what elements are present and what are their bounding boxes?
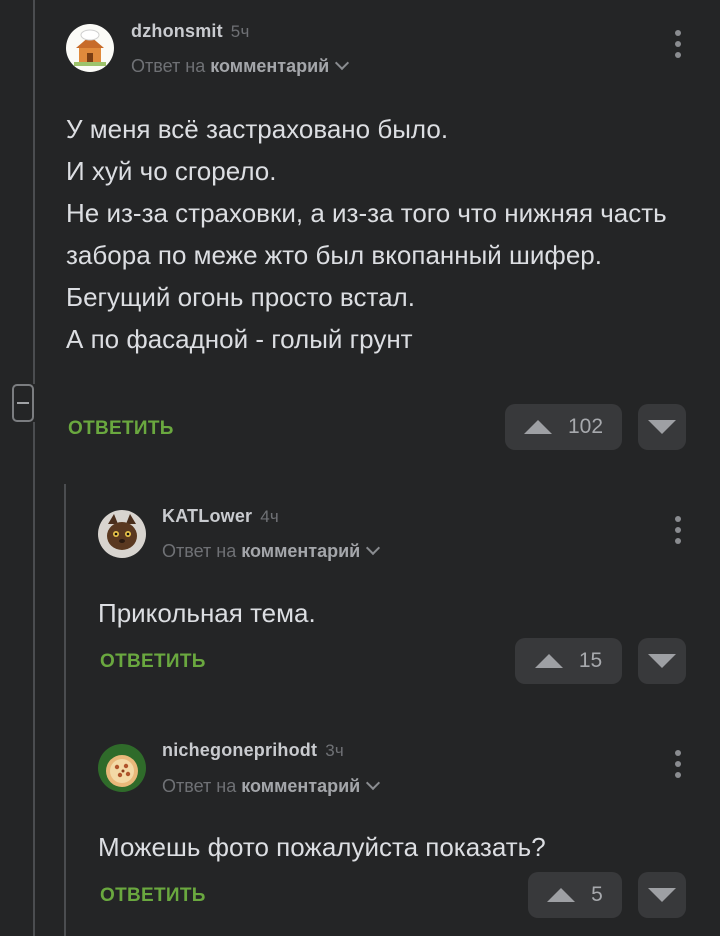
username[interactable]: KATLower: [162, 506, 252, 526]
reply-button[interactable]: ОТВЕТИТЬ: [100, 885, 206, 907]
reply-to-prefix: Ответ на: [162, 541, 237, 561]
reply-button[interactable]: ОТВЕТИТЬ: [100, 651, 206, 673]
collapse-thread-button[interactable]: [12, 384, 34, 422]
reply-button[interactable]: ОТВЕТИТЬ: [68, 418, 174, 440]
minus-icon: [17, 402, 29, 404]
reply-to-target[interactable]: комментарий: [210, 56, 329, 76]
chevron-down-icon[interactable]: [366, 775, 381, 791]
upvote-button[interactable]: 102: [505, 404, 622, 450]
timestamp: 5ч: [230, 22, 250, 41]
reply-to-target[interactable]: комментарий: [241, 776, 360, 796]
reply-to-link[interactable]: Ответ на комментарий: [162, 540, 381, 562]
arrow-down-icon: [648, 888, 676, 902]
vote-count: 5: [591, 883, 603, 906]
thread-line-root: [33, 0, 35, 384]
username[interactable]: nichegoneprihodt: [162, 740, 317, 760]
upvote-button[interactable]: 15: [515, 638, 622, 684]
arrow-up-icon: [523, 420, 552, 434]
comment-text: Прикольная тема.: [98, 598, 316, 628]
reply-to-prefix: Ответ на: [131, 56, 206, 76]
downvote-button[interactable]: [638, 404, 686, 450]
chevron-down-icon[interactable]: [366, 540, 381, 556]
chevron-down-icon[interactable]: [335, 55, 350, 71]
comment-text: У меня всё застраховано было. И хуй чо с…: [66, 114, 667, 354]
reply-to-prefix: Ответ на: [162, 776, 237, 796]
upvote-button[interactable]: 5: [528, 872, 622, 918]
downvote-button[interactable]: [638, 872, 686, 918]
thread-line-root-lower: [33, 422, 35, 936]
more-options-icon[interactable]: [675, 30, 681, 64]
reply-to-link[interactable]: Ответ на комментарий: [162, 775, 381, 797]
cat-avatar-icon[interactable]: [98, 510, 146, 558]
comment-author[interactable]: dzhonsmit 5ч: [131, 21, 250, 42]
more-options-icon[interactable]: [675, 750, 681, 784]
chef-house-avatar-icon[interactable]: [66, 24, 114, 72]
timestamp: 4ч: [260, 507, 279, 526]
comment-author[interactable]: KATLower 4ч: [162, 506, 279, 527]
arrow-up-icon: [547, 888, 576, 902]
reply-to-target[interactable]: комментарий: [241, 541, 360, 561]
vote-count: 15: [578, 649, 603, 672]
arrow-up-icon: [534, 654, 563, 668]
arrow-down-icon: [648, 420, 676, 434]
downvote-button[interactable]: [638, 638, 686, 684]
more-options-icon[interactable]: [675, 516, 681, 550]
comment-text: Можешь фото пожалуйста показать?: [98, 832, 546, 862]
reply-to-link[interactable]: Ответ на комментарий: [131, 55, 350, 77]
vote-count: 102: [567, 415, 604, 438]
pizza-avatar-icon[interactable]: [98, 744, 146, 792]
arrow-down-icon: [648, 654, 676, 668]
thread-line-nested: [64, 484, 66, 936]
comment-author[interactable]: nichegoneprihodt 3ч: [162, 740, 344, 761]
username[interactable]: dzhonsmit: [131, 21, 223, 41]
timestamp: 3ч: [325, 741, 344, 760]
